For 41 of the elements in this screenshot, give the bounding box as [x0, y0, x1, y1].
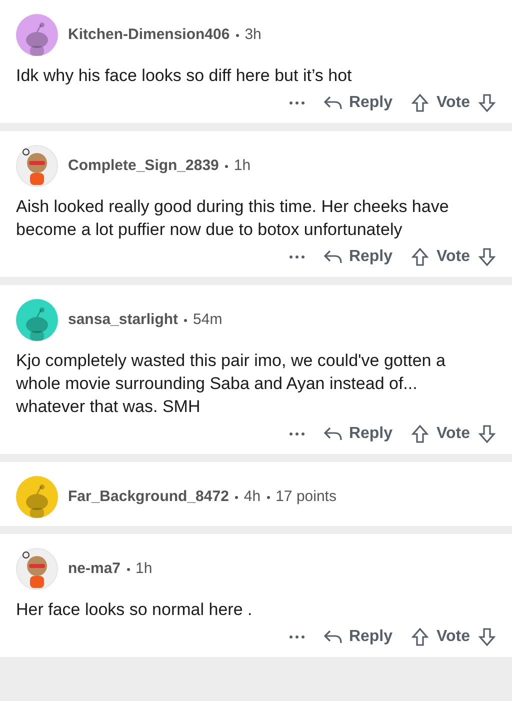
username[interactable]: sansa_starlight — [68, 308, 178, 332]
upvote-icon[interactable] — [410, 424, 429, 444]
username[interactable]: Far_Background_8472 — [68, 486, 229, 508]
comment-meta: 54m — [193, 310, 222, 330]
comment-meta: 1h — [234, 156, 251, 176]
avatar-icon — [16, 145, 58, 187]
username[interactable]: Complete_Sign_2839 — [68, 154, 219, 178]
reply-button[interactable]: Reply — [322, 422, 393, 446]
vote-label: Vote — [436, 247, 470, 267]
username[interactable]: Kitchen-Dimension406 — [68, 24, 230, 46]
more-icon[interactable] — [288, 432, 305, 436]
comment-meta: 3h — [244, 24, 262, 45]
upvote-icon[interactable] — [410, 93, 429, 113]
downvote-icon[interactable] — [478, 627, 496, 647]
reply-button[interactable]: Reply — [322, 625, 393, 649]
downvote-icon[interactable] — [478, 247, 496, 267]
reply-icon — [322, 426, 343, 442]
comment-meta: 17 points — [276, 486, 336, 507]
reply-button[interactable]: Reply — [322, 245, 393, 269]
reply-icon — [322, 629, 343, 645]
downvote-icon[interactable] — [478, 424, 496, 444]
comment-text: Idk why his face looks so diff here but it’s hot — [16, 65, 353, 87]
avatar-icon — [16, 548, 58, 590]
comment-text: Her face looks so normal here . — [16, 599, 254, 621]
more-icon[interactable] — [288, 101, 305, 105]
reply-icon — [322, 249, 343, 265]
vote-label: Vote — [436, 627, 470, 647]
upvote-icon[interactable] — [410, 247, 429, 267]
reply-icon — [322, 95, 343, 111]
vote-label: Vote — [436, 424, 470, 444]
upvote-icon[interactable] — [410, 627, 429, 647]
comment-meta: 4h — [244, 486, 261, 507]
downvote-icon[interactable] — [478, 93, 496, 113]
comment-meta: 1h — [136, 558, 152, 579]
reply-button[interactable]: Reply — [322, 91, 393, 115]
more-icon[interactable] — [288, 635, 305, 639]
username[interactable]: ne-ma7 — [68, 558, 121, 580]
comment-text: Aish looked really good during this time. Her cheeks have become a lot puffier now due to botox unfortunately — [16, 196, 450, 241]
comment-text: Kjo completely wasted this pair imo, we could've gotten a whole movie surrounding Saba and Ayan instead of... whatever that was. SMH — [16, 350, 446, 418]
more-icon[interactable] — [288, 255, 305, 259]
vote-label: Vote — [436, 93, 470, 113]
